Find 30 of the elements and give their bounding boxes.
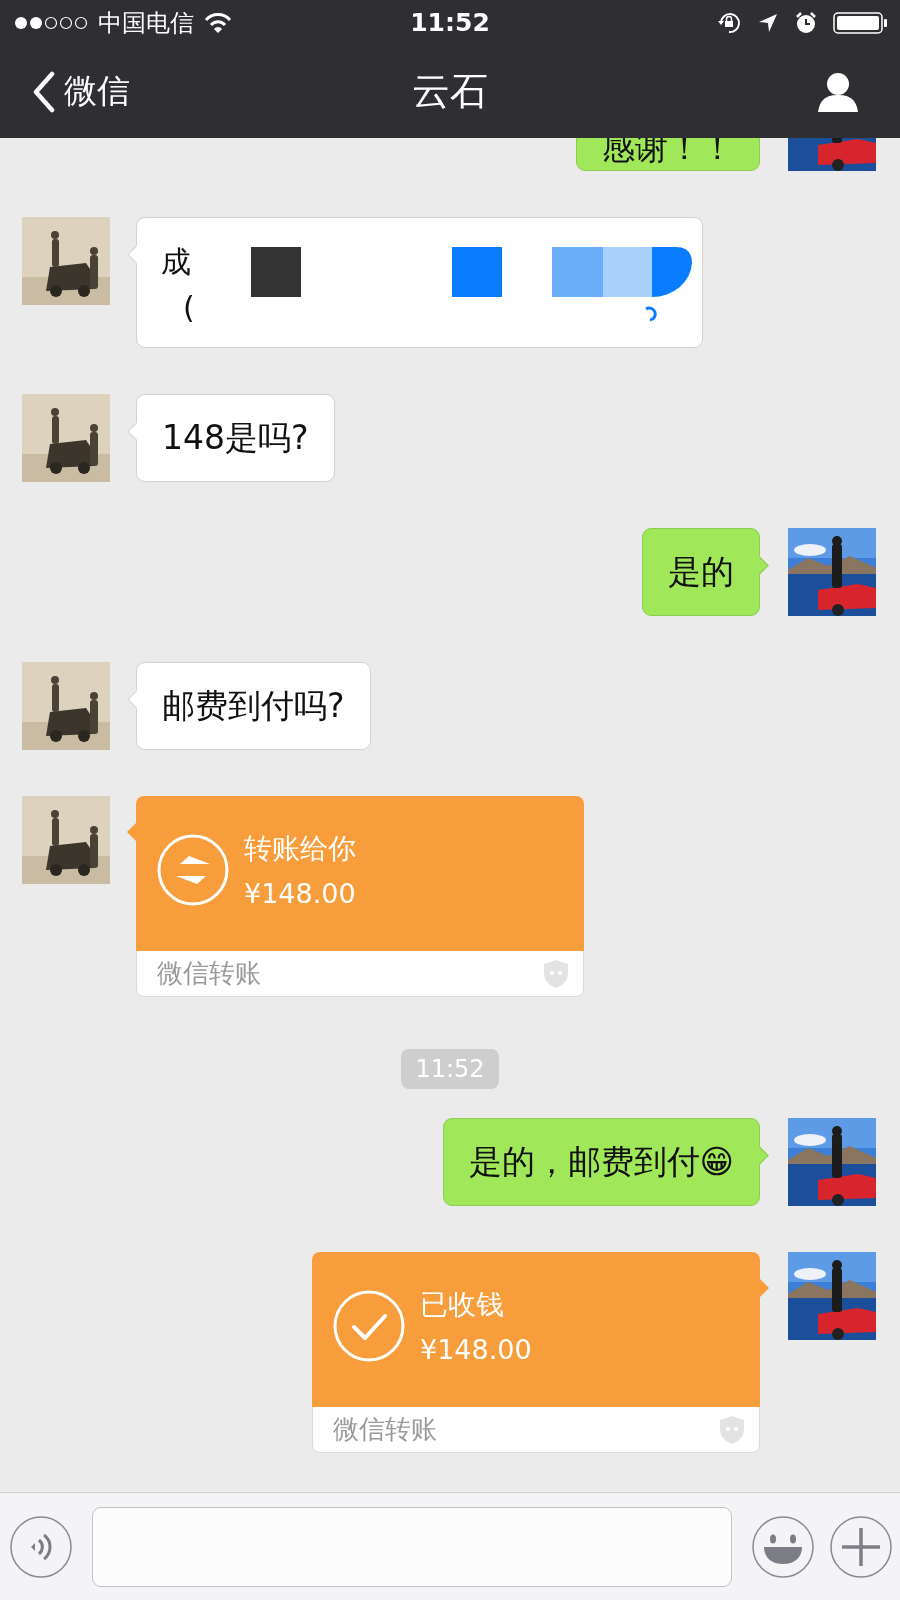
back-button[interactable]: 微信 xyxy=(32,69,130,114)
contact-profile-icon[interactable] xyxy=(818,71,858,112)
message-bubble: 邮费到付吗? xyxy=(127,662,371,750)
alarm-clock-icon xyxy=(795,11,817,34)
wifi-icon xyxy=(204,11,232,34)
location-arrow-icon xyxy=(757,11,779,34)
chat-title: 云石 xyxy=(411,68,489,115)
voice-button-icon[interactable] xyxy=(10,1515,72,1578)
message-bubble: 是的，邮费到付😁 xyxy=(442,1118,769,1206)
status-time: 11:52 xyxy=(409,8,491,37)
shield-icon xyxy=(719,1414,745,1445)
signal-icon xyxy=(14,14,88,31)
message-text: ( xyxy=(182,291,196,325)
message-bubble: 148是吗? xyxy=(127,394,335,482)
transfer-label: 微信转账 xyxy=(333,1413,437,1446)
emoji-button-icon[interactable] xyxy=(752,1515,814,1578)
transfer-label: 微信转账 xyxy=(157,957,261,990)
back-chevron-icon xyxy=(32,70,56,113)
carrier-name: 中国电信 xyxy=(98,7,194,39)
message-bubble: 是的 xyxy=(642,528,769,616)
message-text: 成 xyxy=(161,245,192,279)
shield-icon xyxy=(543,958,569,989)
transfer-title: 已收钱 xyxy=(420,1287,505,1323)
transfer-amount: ¥148.00 xyxy=(420,1334,532,1365)
plus-button-icon[interactable] xyxy=(830,1515,892,1578)
transfer-amount: ¥148.00 xyxy=(244,878,356,909)
transfer-title: 转账给你 xyxy=(244,831,356,867)
battery-icon xyxy=(833,11,888,34)
rotation-lock-icon xyxy=(717,10,741,35)
message-input-field[interactable] xyxy=(92,1506,732,1587)
